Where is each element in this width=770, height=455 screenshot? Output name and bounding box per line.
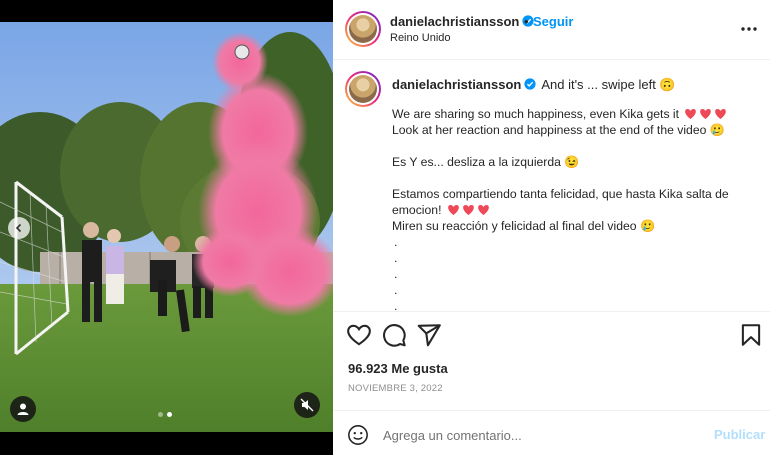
post-date: NOVIEMBRE 3, 2022 <box>348 383 443 394</box>
action-bar <box>333 322 770 352</box>
more-horizontal-icon <box>741 27 757 31</box>
verified-badge-icon <box>524 78 536 90</box>
caption-bullet: . <box>394 267 398 281</box>
caption-line: Miren su reacción y felicidad al final d… <box>392 219 656 233</box>
post-photo[interactable] <box>0 22 333 432</box>
caption-line: Es Y es... desliza a la izquierda 😉 <box>392 155 580 169</box>
publish-button[interactable]: Publicar <box>714 427 765 442</box>
caption-bullet: . <box>394 299 398 312</box>
caption-bullet: . <box>394 235 398 249</box>
header-username[interactable]: danielachristiansson <box>390 14 534 29</box>
avatar[interactable] <box>345 11 381 47</box>
caption-section: danielachristiansson And it's ... swipe … <box>333 60 770 312</box>
caption-title: And it's ... swipe left 🙃 <box>541 77 676 92</box>
mute-toggle-button[interactable] <box>294 392 320 418</box>
location-link[interactable]: Reino Unido <box>390 32 451 44</box>
red-heart-icon <box>715 109 727 119</box>
follow-button[interactable]: Seguir <box>533 14 573 29</box>
red-heart-icon <box>700 109 712 119</box>
caption-header: danielachristiansson And it's ... swipe … <box>392 77 676 93</box>
post-media[interactable] <box>0 0 333 455</box>
caption-line: We are sharing so much happiness, even K… <box>392 106 760 122</box>
bookmark-icon[interactable] <box>738 322 764 348</box>
red-heart-icon <box>463 205 474 215</box>
carousel-indicator <box>158 412 172 417</box>
like-heart-icon[interactable] <box>346 322 372 348</box>
caption-line: Look at her reaction and happiness at th… <box>392 123 725 137</box>
emoji-icon[interactable] <box>347 424 369 446</box>
caption-username[interactable]: danielachristiansson <box>392 77 536 92</box>
more-options-button[interactable] <box>739 20 759 36</box>
header-separator: • <box>524 14 529 29</box>
carousel-prev-button[interactable] <box>8 217 30 239</box>
likes-count[interactable]: 96.923 Me gusta <box>348 361 448 376</box>
red-heart-icon <box>478 205 489 215</box>
carousel-dot-active <box>167 412 172 417</box>
share-icon[interactable] <box>416 322 442 348</box>
comment-input[interactable] <box>383 425 693 445</box>
post-header: danielachristiansson • Seguir Reino Unid… <box>333 0 770 60</box>
caption-line: Estamos compartiendo tanta felicidad, qu… <box>392 187 729 217</box>
caption-bullet: . <box>394 251 398 265</box>
comment-bar: Publicar <box>333 410 770 455</box>
comment-icon[interactable] <box>381 322 407 348</box>
user-icon <box>17 403 29 415</box>
caption-body: We are sharing so much happiness, even K… <box>392 106 760 312</box>
red-heart-icon <box>448 205 459 215</box>
carousel-dot <box>158 412 163 417</box>
red-heart-icon <box>685 109 697 119</box>
caption-bullet: . <box>394 283 398 297</box>
tagged-users-button[interactable] <box>10 396 36 422</box>
caption-avatar[interactable] <box>345 71 381 107</box>
speaker-muted-icon <box>300 398 314 412</box>
chevron-left-icon <box>15 223 22 233</box>
post-details-panel: danielachristiansson • Seguir Reino Unid… <box>333 0 770 455</box>
